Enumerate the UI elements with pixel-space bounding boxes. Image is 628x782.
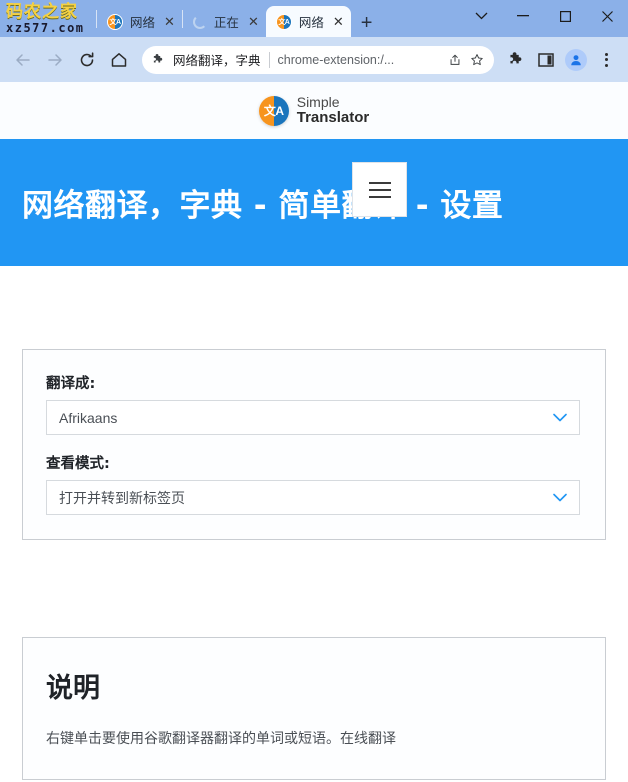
info-card-title: 说明: [46, 673, 100, 704]
view-mode-select[interactable]: 打开并转到新标签页: [46, 480, 580, 515]
tab-search-chevron-icon[interactable]: [460, 0, 502, 32]
target-language-value: Afrikaans: [59, 409, 118, 426]
tab-2-close-icon[interactable]: ✕: [248, 15, 259, 28]
tab-1[interactable]: 网络 ✕: [97, 6, 182, 37]
tab-3-close-icon[interactable]: ✕: [333, 15, 344, 28]
tab-3-title: 网络: [298, 16, 324, 30]
puzzle-piece-icon: [152, 53, 165, 66]
info-card-text: 右键单击要使用谷歌翻译器翻译的单词或短语。在线翻译: [46, 730, 396, 746]
settings-card: 翻译成: Afrikaans 查看模式: 打开并转到新标签页: [22, 349, 606, 540]
tab-strip: 码农之家 xz577.com 网络 ✕ 正在 ✕ 网络 ✕ +: [0, 0, 628, 37]
chevron-down-icon: [553, 493, 567, 502]
translator-favicon-icon: [275, 13, 292, 30]
share-icon[interactable]: [448, 53, 462, 67]
hamburger-line: [368, 181, 391, 184]
extensions-puzzle-icon[interactable]: [502, 46, 530, 74]
three-dot-menu-icon[interactable]: [592, 46, 620, 74]
minimize-icon[interactable]: [502, 0, 544, 32]
extension-header: Simple Translator: [0, 82, 628, 139]
brand-text: Simple Translator: [297, 95, 370, 125]
watermark: 码农之家 xz577.com: [6, 2, 102, 35]
back-arrow-icon[interactable]: [8, 45, 38, 75]
new-tab-button[interactable]: +: [361, 13, 373, 33]
extension-name: 网络翻译，字典: [173, 54, 261, 68]
tab-1-title: 网络: [130, 16, 156, 30]
hamburger-line: [368, 188, 391, 191]
page-content: 翻译成: Afrikaans 查看模式: 打开并转到新标签页 说明 右键单击要使…: [0, 349, 628, 781]
brand-line-1: Simple: [296, 94, 340, 111]
simple-translator-logo-icon: [258, 95, 289, 126]
omnibox-divider: [268, 51, 270, 68]
chevron-down-icon: [553, 413, 567, 422]
side-panel-icon[interactable]: [532, 46, 560, 74]
page-title: 网络翻译，字典 - 简单翻译 - 设置: [22, 188, 504, 224]
page-hero-banner: 网络翻译，字典 - 简单翻译 - 设置: [0, 139, 628, 266]
target-language-label: 翻译成:: [46, 376, 96, 392]
window-controls: [460, 0, 628, 32]
watermark-line-1: 码农之家: [6, 2, 78, 22]
tabs-area: 网络 ✕ 正在 ✕ 网络 ✕ +: [96, 0, 372, 37]
address-bar[interactable]: 网络翻译，字典 chrome-extension:/...: [142, 45, 494, 74]
view-mode-value: 打开并转到新标签页: [59, 489, 185, 506]
target-language-select[interactable]: Afrikaans: [46, 400, 580, 435]
translator-favicon-icon: [107, 13, 123, 30]
close-icon[interactable]: [586, 0, 628, 32]
profile-avatar[interactable]: [562, 46, 590, 74]
page-viewport: Simple Translator 网络翻译，字典 - 简单翻译 - 设置 翻译…: [0, 82, 628, 782]
watermark-line-2: xz577.com: [6, 21, 85, 35]
brand: Simple Translator: [258, 95, 370, 126]
browser-toolbar: 网络翻译，字典 chrome-extension:/...: [0, 37, 628, 82]
view-mode-label: 查看模式:: [46, 456, 110, 472]
star-icon[interactable]: [470, 53, 484, 67]
url-text: chrome-extension:/...: [277, 52, 395, 67]
reload-icon[interactable]: [72, 45, 102, 75]
tab-2-title: 正在: [213, 16, 239, 30]
browser-window: 码农之家 xz577.com 网络 ✕ 正在 ✕ 网络 ✕ +: [0, 0, 628, 782]
forward-arrow-icon[interactable]: [40, 45, 70, 75]
maximize-icon[interactable]: [544, 0, 586, 32]
hamburger-line: [368, 195, 391, 198]
hamburger-menu-button[interactable]: [352, 162, 407, 217]
avatar-icon: [565, 48, 587, 71]
tab-1-close-icon[interactable]: ✕: [164, 15, 175, 28]
loading-spinner-icon: [192, 14, 207, 29]
brand-line-2: Translator: [296, 108, 370, 126]
tab-3-active[interactable]: 网络 ✕: [265, 6, 351, 37]
tab-2[interactable]: 正在 ✕: [183, 6, 266, 37]
home-icon[interactable]: [104, 45, 134, 75]
info-card: 说明 右键单击要使用谷歌翻译器翻译的单词或短语。在线翻译: [22, 637, 606, 781]
kebab-dots: [604, 52, 608, 67]
